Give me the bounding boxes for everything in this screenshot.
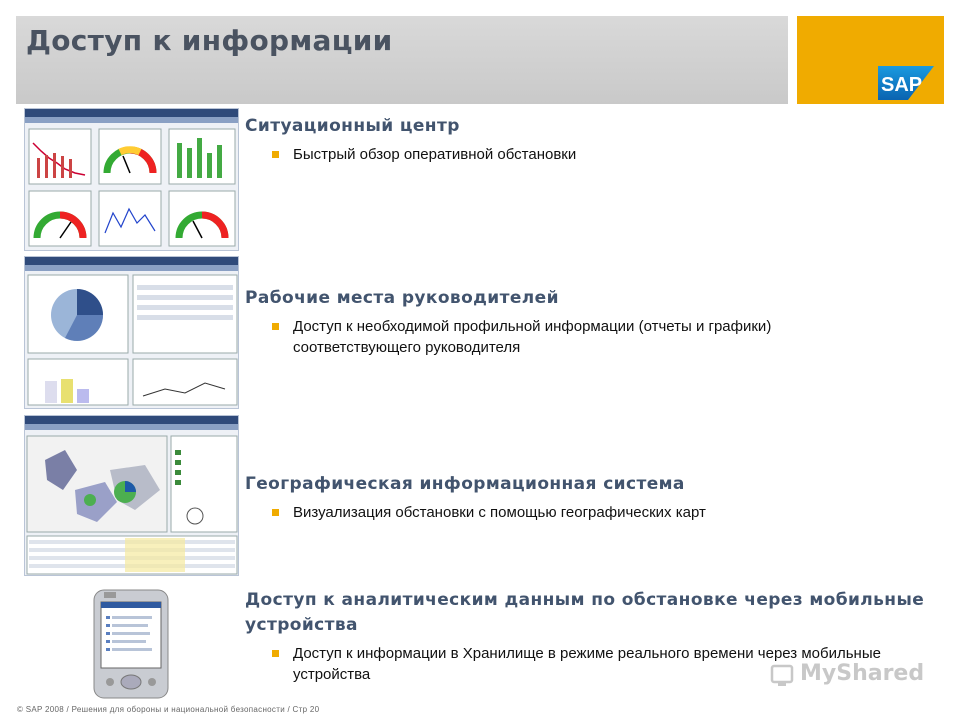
workplace-preview: [27, 274, 238, 406]
watermark: MyShared: [770, 660, 930, 690]
mobile-device-icon: [93, 589, 169, 699]
watermark-text: MyShared: [800, 661, 925, 686]
footer-text: © SAP 2008 / Решения для обороны и нацио…: [17, 705, 320, 714]
bullet-item: Быстрый обзор оперативной обстановки: [245, 144, 935, 165]
map-preview: [26, 435, 238, 575]
situation-center-screenshot: [24, 108, 239, 251]
bullet-text: Доступ к необходимой профильной информац…: [293, 318, 772, 356]
sap-logo: SAP: [878, 66, 934, 100]
sap-logo-block: SAP: [797, 16, 944, 104]
section-heading: Рабочие места руководителей: [245, 288, 559, 308]
bullet-square-icon: [272, 650, 279, 657]
section-heading: Ситуационный центр: [245, 116, 460, 136]
section-heading: Доступ к аналитическим данным по обстано…: [245, 590, 925, 635]
section-gis: Географическая информационная система Ви…: [245, 472, 935, 523]
bullet-square-icon: [272, 509, 279, 516]
watermark-icon: [770, 664, 794, 686]
section-situation-center: Ситуационный центр Быстрый обзор операти…: [245, 114, 935, 165]
bullet-text: Визуализация обстановки с помощью геогра…: [293, 504, 706, 521]
bullet-item: Визуализация обстановки с помощью геогра…: [245, 502, 935, 523]
title-bar: Доступ к информации: [16, 16, 788, 104]
dashboard-preview: [28, 128, 236, 247]
bullet-square-icon: [272, 323, 279, 330]
section-heading: Географическая информационная система: [245, 474, 685, 494]
page-title: Доступ к информации: [26, 24, 393, 57]
bullet-item: Доступ к необходимой профильной информац…: [245, 316, 893, 358]
sap-logo-text: SAP: [881, 74, 922, 96]
bullet-text: Быстрый обзор оперативной обстановки: [293, 146, 577, 163]
manager-workplace-screenshot: [24, 256, 239, 409]
gis-screenshot: [24, 415, 239, 576]
bullet-square-icon: [272, 151, 279, 158]
section-manager-workplaces: Рабочие места руководителей Доступ к нео…: [245, 286, 935, 358]
